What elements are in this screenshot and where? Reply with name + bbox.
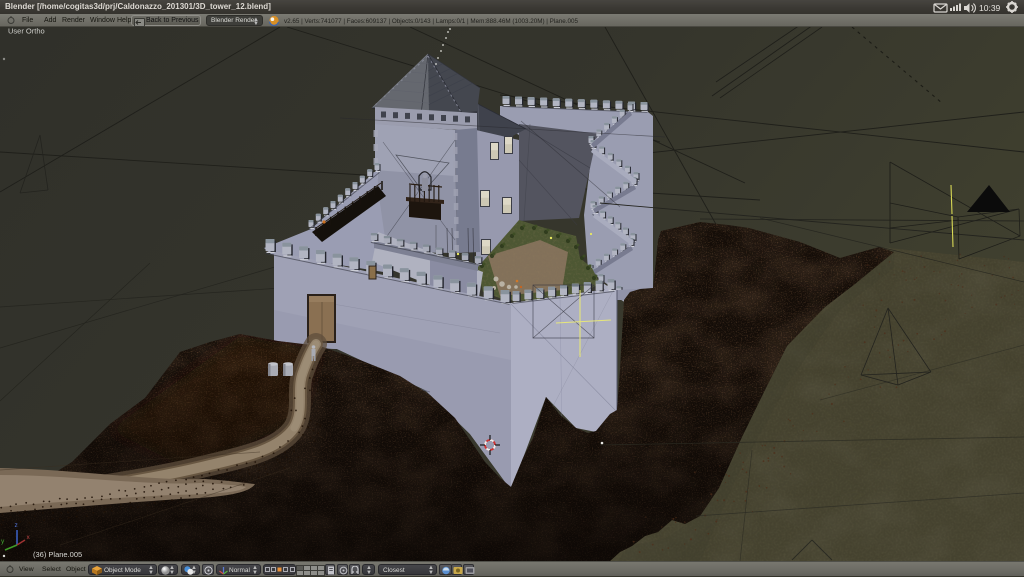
svg-text:z: z	[15, 522, 18, 529]
svg-text:User Ortho: User Ortho	[8, 27, 45, 36]
svg-text:(36) Plane.005: (36) Plane.005	[33, 550, 82, 559]
